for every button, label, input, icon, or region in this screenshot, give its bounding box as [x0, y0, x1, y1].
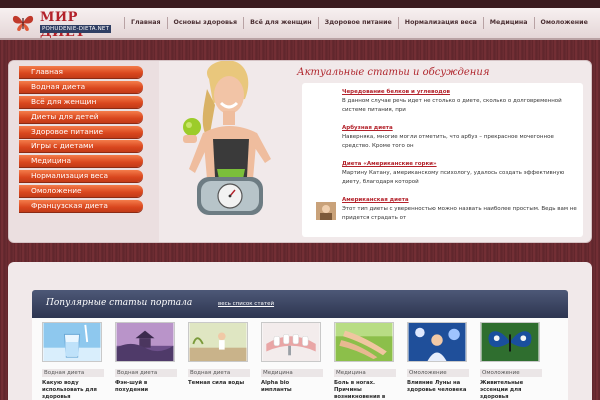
- sidebar-item-water-diet[interactable]: Водная диета: [19, 80, 143, 93]
- article-excerpt: В данном случае речь идет не столько о д…: [342, 98, 562, 113]
- article-excerpt: Этот тип диеты с уверенностью можно назв…: [342, 206, 577, 221]
- legs-grass-image: [334, 322, 394, 362]
- water-glass-image: [42, 322, 102, 362]
- article-entry: Американская диета Этот тип диеты с увер…: [342, 197, 582, 222]
- card-title[interactable]: Темная сила воды: [188, 380, 248, 387]
- popular-header: Популярные статьи портала весь список ст…: [32, 290, 568, 318]
- article-title-link[interactable]: Американская диета: [342, 197, 582, 203]
- top-strip: [0, 0, 600, 8]
- sidebar-item-healthy-food[interactable]: Здоровое питание: [19, 125, 143, 138]
- site-logo[interactable]: МИР ДИЕТ POHUDENIE-DIETA.NET: [12, 10, 112, 40]
- card-category: Медицина: [261, 369, 323, 377]
- card-title[interactable]: Влияние Луны на здоровье человека: [407, 380, 467, 394]
- nav-item-weight-normalization[interactable]: Нормализация веса: [397, 17, 483, 29]
- card-category: Водная диета: [42, 369, 104, 377]
- sidebar-item-for-women[interactable]: Всё для женщин: [19, 95, 143, 108]
- pagoda-landscape-image: [115, 322, 175, 362]
- nav-item-medicine[interactable]: Медицина: [482, 17, 534, 29]
- sidebar-item-weight-normalization[interactable]: Нормализация веса: [19, 170, 143, 183]
- logo-domain: POHUDENIE-DIETA.NET: [40, 25, 112, 33]
- article-excerpt: Мартину Катану, американскому психологу,…: [342, 170, 565, 185]
- popular-card[interactable]: Водная диета Какую воду использовать для…: [42, 322, 104, 400]
- card-category: Омоложение: [407, 369, 469, 377]
- site-header: МИР ДИЕТ POHUDENIE-DIETA.NET Главная Осн…: [0, 8, 600, 40]
- featured-panel: Главная Водная диета Всё для женщин Диет…: [8, 60, 592, 243]
- all-articles-link[interactable]: весь список статей: [218, 301, 274, 307]
- article-entry: Арбузная диета Наверняка, многие могли о…: [342, 125, 582, 150]
- butterfly-icon: [12, 15, 34, 31]
- popular-card[interactable]: Медицина Боль в ногах. Причины возникнов…: [334, 322, 396, 400]
- article-title-link[interactable]: Чередование белков и углеводов: [342, 89, 582, 95]
- top-navigation: Главная Основы здоровья Всё для женщин З…: [124, 17, 594, 29]
- article-excerpt: Наверняка, многие могли отметить, что ар…: [342, 134, 554, 149]
- nav-item-rejuvenation[interactable]: Омоложение: [533, 17, 594, 29]
- article-entry: Чередование белков и углеводов В данном …: [342, 89, 582, 114]
- article-entry: Диета «Американские горки» Мартину Катан…: [342, 161, 582, 186]
- card-title[interactable]: Какую воду использовать для здоровья: [42, 380, 102, 400]
- card-category: Омоложение: [480, 369, 542, 377]
- sidebar-item-diet-games[interactable]: Игры с диетами: [19, 140, 143, 153]
- card-category: Водная диета: [188, 369, 250, 377]
- card-category: Водная диета: [115, 369, 177, 377]
- popular-card[interactable]: Водная диета Фэн-шуй в похудении: [115, 322, 177, 394]
- butterfly-image: [480, 322, 540, 362]
- featured-headline: Актуальные статьи и обсуждения: [297, 67, 490, 78]
- sidebar-item-rejuvenation[interactable]: Омоложение: [19, 185, 143, 198]
- dental-implants-image: [261, 322, 321, 362]
- popular-card[interactable]: Водная диета Темная сила воды: [188, 322, 250, 387]
- article-thumbnail[interactable]: [316, 202, 336, 220]
- featured-articles-list: Чередование белков и углеводов В данном …: [302, 83, 583, 237]
- card-title[interactable]: Боль в ногах. Причины возникновения в: [334, 380, 394, 400]
- popular-card[interactable]: Омоложение Влияние Луны на здоровье чело…: [407, 322, 469, 394]
- card-title[interactable]: Живительные эссенции для здоровья: [480, 380, 540, 400]
- card-category: Медицина: [334, 369, 396, 377]
- popular-card[interactable]: Омоложение Живительные эссенции для здор…: [480, 322, 542, 400]
- woman-with-apple-and-scale-image: [183, 61, 271, 215]
- popular-title: Популярные статьи портала: [46, 298, 193, 308]
- popular-card[interactable]: Медицина Alpha bio импланты: [261, 322, 323, 394]
- nav-item-for-women[interactable]: Всё для женщин: [243, 17, 318, 29]
- moon-woman-image: [407, 322, 467, 362]
- article-title-link[interactable]: Диета «Американские горки»: [342, 161, 582, 167]
- sidebar-item-kids-diets[interactable]: Диеты для детей: [19, 110, 143, 123]
- sidebar-item-home[interactable]: Главная: [19, 66, 143, 78]
- nav-item-healthy-food[interactable]: Здоровое питание: [317, 17, 398, 29]
- nav-item-health-basics[interactable]: Основы здоровья: [166, 17, 244, 29]
- sidebar-item-french-diet[interactable]: Французская диета: [19, 200, 143, 213]
- card-title[interactable]: Alpha bio импланты: [261, 380, 321, 394]
- nav-item-home[interactable]: Главная: [124, 17, 167, 29]
- card-title[interactable]: Фэн-шуй в похудении: [115, 380, 175, 394]
- article-title-link[interactable]: Арбузная диета: [342, 125, 582, 131]
- sidebar-menu: Главная Водная диета Всё для женщин Диет…: [19, 66, 143, 215]
- sidebar-item-medicine[interactable]: Медицина: [19, 155, 143, 168]
- beach-woman-image: [188, 322, 248, 362]
